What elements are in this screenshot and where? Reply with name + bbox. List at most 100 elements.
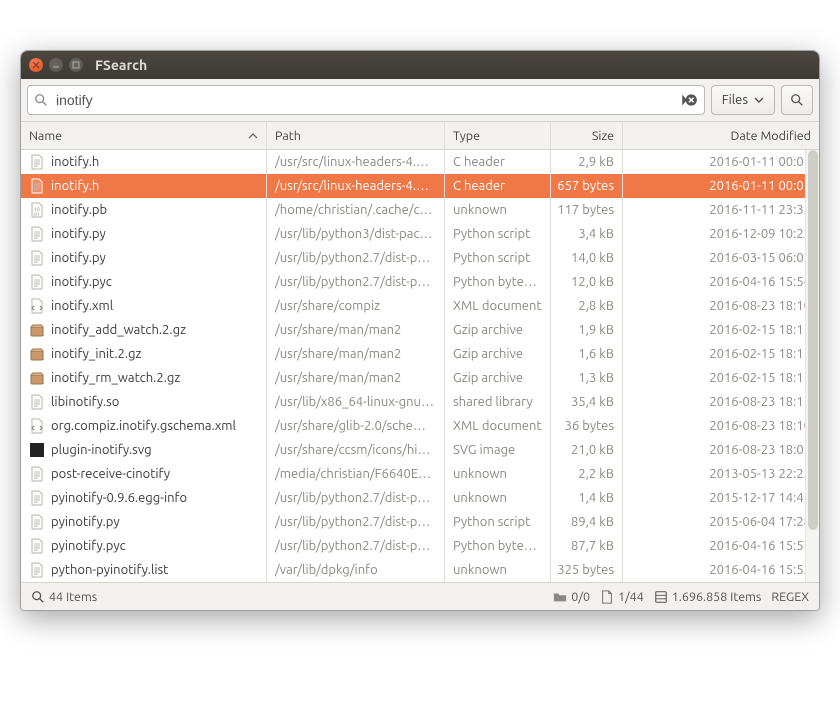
- file-type-icon: [29, 442, 45, 458]
- table-row[interactable]: post-receive-cinotify/media/christian/F6…: [21, 462, 819, 486]
- table-row[interactable]: pyinotify.py/usr/lib/python2.7/dist-pack…: [21, 510, 819, 534]
- file-date: 2016-08-23 18:15: [709, 395, 811, 409]
- file-name: pyinotify.pyc: [51, 539, 126, 553]
- file-selection-count: 1/44: [600, 590, 644, 604]
- column-header-date[interactable]: Date Modified: [623, 122, 819, 149]
- table-row[interactable]: inotify.h/usr/src/linux-headers-4.4.0…C …: [21, 174, 819, 198]
- file-size: 1,9 kB: [578, 323, 614, 337]
- file-type-icon: [29, 490, 45, 506]
- table-row[interactable]: plugin-inotify.svg/usr/share/ccsm/icons/…: [21, 438, 819, 462]
- file-type-icon: [29, 466, 45, 482]
- file-icon: [600, 590, 614, 604]
- table-row[interactable]: python-pyinotify.list/var/lib/dpkg/infou…: [21, 558, 819, 582]
- table-row[interactable]: inotify_init.2.gz/usr/share/man/man2Gzip…: [21, 342, 819, 366]
- statusbar: 44 Items 0/0 1/44 1.696.858 Items REGEX: [21, 582, 819, 610]
- file-type: unknown: [453, 491, 507, 505]
- file-name: inotify.pb: [51, 203, 107, 217]
- search-mode-indicator[interactable]: REGEX: [771, 590, 809, 604]
- column-header-path[interactable]: Path: [267, 122, 445, 149]
- file-type: shared library: [453, 395, 533, 409]
- file-type-icon: [29, 514, 45, 530]
- table-row[interactable]: inotify.py/usr/lib/python2.7/dist-pack…P…: [21, 246, 819, 270]
- column-header-size[interactable]: Size: [551, 122, 623, 149]
- file-name: pyinotify-0.9.6.egg-info: [51, 491, 187, 505]
- table-row[interactable]: inotify.pyc/usr/lib/python2.7/dist-pack……: [21, 270, 819, 294]
- file-type: XML document: [453, 419, 542, 433]
- file-type: C header: [453, 179, 505, 193]
- file-type: Python script: [453, 515, 530, 529]
- clear-search-button[interactable]: [680, 91, 698, 109]
- table-row[interactable]: inotify_add_watch.2.gz/usr/share/man/man…: [21, 318, 819, 342]
- file-size: 1,6 kB: [578, 347, 614, 361]
- table-row[interactable]: pyinotify-0.9.6.egg-info/usr/lib/python2…: [21, 486, 819, 510]
- file-date: 2013-05-13 22:25: [709, 467, 811, 481]
- file-path: /usr/share/glib-2.0/schemas: [275, 419, 436, 433]
- file-size: 14,0 kB: [571, 251, 614, 265]
- table-row[interactable]: inotify.xml/usr/share/compizXML document…: [21, 294, 819, 318]
- file-date: 2015-06-04 17:28: [709, 515, 811, 529]
- file-type-icon: [29, 250, 45, 266]
- titlebar[interactable]: FSearch: [21, 51, 819, 79]
- file-date: 2016-08-23 18:10: [709, 299, 811, 313]
- filter-dropdown[interactable]: Files: [711, 85, 775, 115]
- file-type-icon: [29, 394, 45, 410]
- column-header-type[interactable]: Type: [445, 122, 551, 149]
- table-row[interactable]: inotify_rm_watch.2.gz/usr/share/man/man2…: [21, 366, 819, 390]
- file-date: 2016-02-15 18:15: [709, 323, 811, 337]
- file-size: 2,8 kB: [578, 299, 614, 313]
- file-path: /usr/share/ccsm/icons/hicol…: [275, 443, 436, 457]
- vertical-scrollbar[interactable]: [805, 150, 819, 582]
- minimize-button[interactable]: [49, 58, 63, 72]
- file-type: Python bytec…: [453, 539, 542, 553]
- file-type-icon: [29, 154, 45, 170]
- file-name: python-pyinotify.list: [51, 563, 168, 577]
- column-header-name[interactable]: Name: [21, 122, 267, 149]
- table-row[interactable]: libinotify.so/usr/lib/x86_64-linux-gnu/c…: [21, 390, 819, 414]
- file-size: 3,4 kB: [578, 227, 614, 241]
- table-row[interactable]: pyinotify.pyc/usr/lib/python2.7/dist-pac…: [21, 534, 819, 558]
- table-row[interactable]: 1001inotify.pb/home/christian/.cache/co……: [21, 198, 819, 222]
- file-type-icon: [29, 298, 45, 314]
- close-button[interactable]: [29, 58, 43, 72]
- file-size: 2,2 kB: [578, 467, 614, 481]
- file-name: inotify.xml: [51, 299, 113, 313]
- file-type-icon: [29, 346, 45, 362]
- search-input[interactable]: [54, 91, 680, 109]
- scroll-thumb[interactable]: [808, 150, 818, 530]
- search-icon: [790, 93, 804, 107]
- search-box[interactable]: [27, 85, 705, 115]
- search-button[interactable]: [781, 85, 813, 115]
- table-row[interactable]: inotify.h/usr/src/linux-headers-4.4.0…C …: [21, 150, 819, 174]
- file-size: 117 bytes: [557, 203, 614, 217]
- file-size: 1,4 kB: [578, 491, 614, 505]
- file-path: /usr/share/man/man2: [275, 371, 401, 385]
- file-size: 12,0 kB: [571, 275, 614, 289]
- file-date: 2015-12-17 14:41: [709, 491, 811, 505]
- file-date: 2016-08-23 18:10: [709, 419, 811, 433]
- file-name: inotify_init.2.gz: [51, 347, 141, 361]
- file-type: unknown: [453, 563, 507, 577]
- file-name: plugin-inotify.svg: [51, 443, 152, 457]
- table-row[interactable]: inotify.py/usr/lib/python3/dist-packa…Py…: [21, 222, 819, 246]
- file-type: SVG image: [453, 443, 515, 457]
- file-type: Gzip archive: [453, 323, 523, 337]
- file-path: /usr/share/man/man2: [275, 323, 401, 337]
- file-size: 35,4 kB: [571, 395, 614, 409]
- file-type-icon: [29, 226, 45, 242]
- maximize-button[interactable]: [69, 58, 83, 72]
- window-controls: [29, 58, 83, 72]
- search-icon: [31, 590, 45, 604]
- window-title: FSearch: [95, 57, 147, 73]
- file-path: /usr/lib/python2.7/dist-pack…: [275, 275, 436, 289]
- file-name: libinotify.so: [51, 395, 119, 409]
- database-icon: [654, 590, 668, 604]
- file-path: /usr/src/linux-headers-4.4.0…: [275, 155, 436, 169]
- file-name: inotify.h: [51, 155, 99, 169]
- file-size: 21,0 kB: [571, 443, 614, 457]
- file-date: 2016-12-09 10:22: [709, 227, 811, 241]
- file-date: 2016-03-15 06:02: [709, 251, 811, 265]
- table-row[interactable]: org.compiz.inotify.gschema.xml/usr/share…: [21, 414, 819, 438]
- file-path: /usr/lib/python2.7/dist-pack…: [275, 251, 436, 265]
- file-name: inotify.py: [51, 251, 106, 265]
- file-path: /usr/lib/python2.7/dist-pack…: [275, 539, 436, 553]
